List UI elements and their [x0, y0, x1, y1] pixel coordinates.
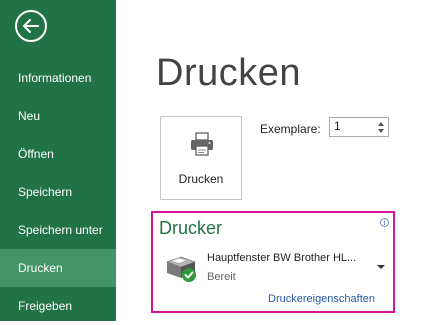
printer-properties-link[interactable]: Druckereigenschaften — [268, 293, 375, 305]
printer-ready-icon — [165, 256, 197, 282]
printer-section: Drucker i Hauptfenster BW Brother HL... … — [151, 211, 395, 313]
spin-down-icon[interactable] — [378, 129, 384, 133]
info-icon[interactable]: i — [380, 218, 389, 227]
back-button[interactable] — [15, 10, 47, 42]
sidebar-item-speichern-unter[interactable]: Speichern unter — [0, 211, 116, 249]
backstage-sidebar: Informationen Neu Öffnen Speichern Speic… — [0, 0, 116, 321]
sidebar-item-freigeben[interactable]: Freigeben — [0, 287, 116, 325]
sidebar-item-oeffnen[interactable]: Öffnen — [0, 135, 116, 173]
page-title: Drucken — [156, 52, 301, 94]
back-arrow-icon — [23, 19, 39, 33]
printer-dropdown[interactable]: Hauptfenster BW Brother HL... Bereit — [159, 247, 388, 287]
print-button[interactable]: Drucken — [160, 116, 242, 200]
printer-section-title: Drucker — [159, 218, 223, 238]
chevron-down-icon[interactable] — [377, 265, 385, 269]
printer-status: Bereit — [207, 271, 236, 283]
sidebar-item-neu[interactable]: Neu — [0, 97, 116, 135]
spin-up-icon[interactable] — [378, 122, 384, 126]
sidebar-item-speichern[interactable]: Speichern — [0, 173, 116, 211]
sidebar-item-informationen[interactable]: Informationen — [0, 59, 116, 97]
print-panel: Drucken Drucken Exemplare: Drucker i — [116, 0, 421, 321]
printer-name: Hauptfenster BW Brother HL... — [207, 252, 357, 264]
printer-icon — [191, 132, 213, 156]
print-button-label: Drucken — [178, 172, 224, 186]
copies-input[interactable] — [334, 119, 364, 133]
sidebar-item-drucken[interactable]: Drucken — [0, 249, 116, 287]
copies-stepper[interactable] — [329, 117, 389, 137]
copies-label: Exemplare: — [260, 122, 321, 136]
